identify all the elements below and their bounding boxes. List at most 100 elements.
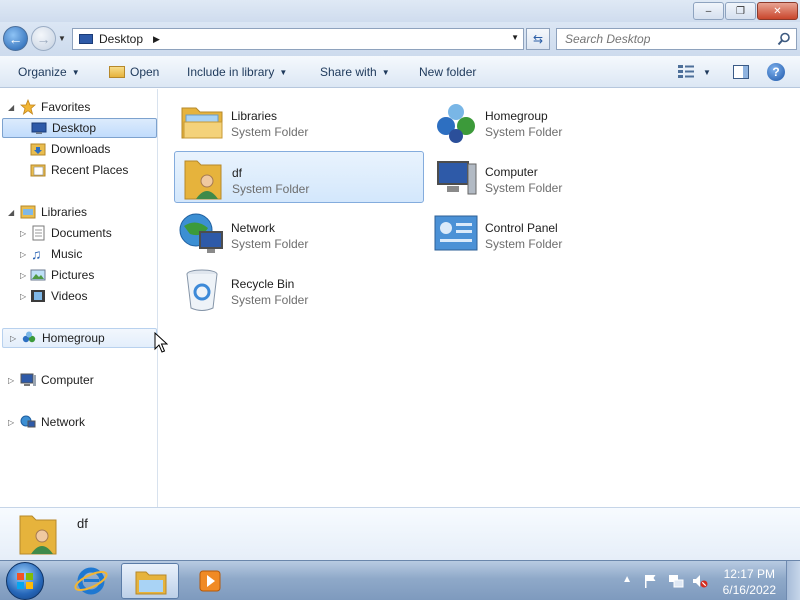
- expanded-arrow-icon[interactable]: ◢: [8, 208, 14, 217]
- item-type: System Folder: [485, 181, 563, 195]
- organize-button[interactable]: Organize ▼: [18, 65, 80, 79]
- item-homegroup[interactable]: Homegroup System Folder: [428, 95, 678, 147]
- nav-label: Desktop: [52, 121, 97, 135]
- item-name: df: [232, 166, 243, 180]
- collapsed-arrow-icon[interactable]: ▷: [20, 271, 26, 280]
- volume-muted-icon[interactable]: [692, 573, 708, 589]
- address-dropdown-icon[interactable]: ▼: [511, 33, 519, 42]
- maximize-button[interactable]: ❐: [725, 2, 756, 20]
- nav-label: Pictures: [51, 268, 95, 282]
- command-bar: Organize ▼ Open Include in library ▼ Sha…: [0, 56, 800, 88]
- minimize-button[interactable]: –: [693, 2, 724, 20]
- show-hidden-icons-arrow-icon[interactable]: ▲: [622, 574, 632, 585]
- music-note-icon: ♫: [31, 246, 42, 262]
- include-in-library-button[interactable]: Include in library ▼: [187, 65, 287, 79]
- item-name: Network: [231, 221, 276, 235]
- taskbar-internet-explorer[interactable]: [62, 563, 120, 599]
- item-recycle-bin[interactable]: Recycle Bin System Folder: [174, 263, 424, 315]
- recent-pages-dropdown[interactable]: ▼: [58, 34, 66, 43]
- organize-label: Organize: [18, 65, 67, 79]
- system-clock[interactable]: 12:17 PM 6/16/2022: [723, 566, 776, 598]
- action-center-flag-icon[interactable]: [642, 573, 658, 589]
- nav-downloads[interactable]: Downloads: [0, 139, 158, 159]
- nav-label: Recent Places: [51, 163, 129, 177]
- collapsed-arrow-icon[interactable]: ▷: [8, 376, 14, 385]
- nav-label: Computer: [41, 373, 94, 387]
- nav-network[interactable]: ▷ Network: [0, 412, 158, 432]
- user-folder-icon: [184, 160, 222, 200]
- recycle-bin-icon: [186, 269, 218, 311]
- view-options-dropdown[interactable]: ▼: [703, 68, 711, 77]
- search-icon[interactable]: [777, 32, 791, 46]
- item-type: System Folder: [231, 237, 309, 251]
- taskbar: ▲ 12:17 PM 6/16/2022: [0, 560, 800, 600]
- item-name: Recycle Bin: [231, 277, 295, 291]
- desktop-icon: [31, 122, 47, 134]
- videos-filmstrip-icon: [31, 290, 45, 302]
- nav-pictures[interactable]: ▷ Pictures: [0, 265, 158, 285]
- expanded-arrow-icon[interactable]: ◢: [8, 103, 14, 112]
- nav-label: Documents: [51, 226, 112, 240]
- share-with-label: Share with: [320, 65, 377, 79]
- forward-button[interactable]: →: [31, 26, 56, 51]
- nav-favorites[interactable]: ◢ Favorites: [0, 97, 158, 117]
- item-type: System Folder: [232, 182, 310, 196]
- nav-recent-places[interactable]: Recent Places: [0, 160, 158, 180]
- documents-icon: [32, 225, 45, 241]
- change-view-icon[interactable]: [678, 65, 694, 79]
- network-status-icon[interactable]: [668, 573, 684, 589]
- nav-label: Network: [41, 415, 86, 429]
- collapsed-arrow-icon[interactable]: ▷: [8, 418, 14, 427]
- show-desktop-button[interactable]: [786, 561, 800, 600]
- chevron-down-icon: ▼: [279, 67, 288, 77]
- breadcrumb-desktop[interactable]: Desktop: [99, 32, 143, 46]
- collapsed-arrow-icon[interactable]: ▷: [20, 292, 26, 301]
- new-folder-button[interactable]: New folder: [419, 65, 476, 79]
- item-control-panel[interactable]: Control Panel System Folder: [428, 207, 678, 259]
- nav-documents[interactable]: ▷ Documents: [0, 223, 158, 243]
- breadcrumb-arrow-icon[interactable]: ▶: [153, 34, 160, 45]
- search-input[interactable]: [557, 29, 767, 49]
- collapsed-arrow-icon[interactable]: ▷: [20, 229, 26, 238]
- start-button[interactable]: [6, 562, 44, 600]
- address-row: ← → ▼ Desktop ▶ ▼ ⇆: [0, 22, 800, 56]
- taskbar-windows-explorer[interactable]: [121, 563, 179, 599]
- navigation-pane: ◢ Favorites Desktop Downloads Recent Pla…: [0, 89, 158, 507]
- preview-pane-icon[interactable]: [733, 65, 749, 79]
- nav-label: Libraries: [41, 205, 88, 219]
- nav-libraries[interactable]: ◢ Libraries: [0, 202, 158, 222]
- chevron-down-icon: ▼: [381, 67, 390, 77]
- include-in-library-label: Include in library: [187, 65, 275, 79]
- help-button[interactable]: ?: [767, 63, 785, 81]
- nav-desktop[interactable]: Desktop: [2, 118, 157, 138]
- recent-places-icon: [30, 164, 46, 177]
- item-name: Libraries: [231, 109, 278, 123]
- item-name: Control Panel: [485, 221, 558, 235]
- collapsed-arrow-icon[interactable]: ▷: [20, 250, 26, 259]
- desktop-icon: [79, 34, 93, 44]
- address-bar[interactable]: Desktop ▶ ▼: [72, 28, 524, 50]
- clock-date: 6/16/2022: [722, 583, 776, 597]
- item-computer[interactable]: Computer System Folder: [428, 151, 678, 203]
- homegroup-icon: [437, 104, 475, 143]
- item-network[interactable]: Network System Folder: [174, 207, 424, 259]
- nav-computer[interactable]: ▷ Computer: [0, 370, 158, 390]
- network-icon: [20, 415, 36, 428]
- new-folder-label: New folder: [419, 65, 477, 79]
- item-libraries[interactable]: Libraries System Folder: [174, 95, 424, 147]
- open-button[interactable]: Open: [109, 65, 159, 79]
- back-button[interactable]: ←: [3, 26, 28, 51]
- close-button[interactable]: ✕: [757, 2, 798, 20]
- nav-label: Music: [51, 247, 83, 261]
- nav-videos[interactable]: ▷ Videos: [0, 286, 158, 306]
- item-df[interactable]: df System Folder: [174, 151, 424, 203]
- search-box: [556, 28, 797, 50]
- refresh-button[interactable]: ⇆: [526, 28, 550, 50]
- nav-music[interactable]: ▷ ♫ Music: [0, 244, 158, 264]
- nav-homegroup[interactable]: ▷ Homegroup: [2, 328, 157, 348]
- taskbar-media-player[interactable]: [180, 563, 238, 599]
- item-type: System Folder: [231, 293, 309, 307]
- share-with-button[interactable]: Share with ▼: [320, 65, 390, 79]
- collapsed-arrow-icon[interactable]: ▷: [10, 334, 16, 343]
- nav-label: Favorites: [41, 100, 91, 114]
